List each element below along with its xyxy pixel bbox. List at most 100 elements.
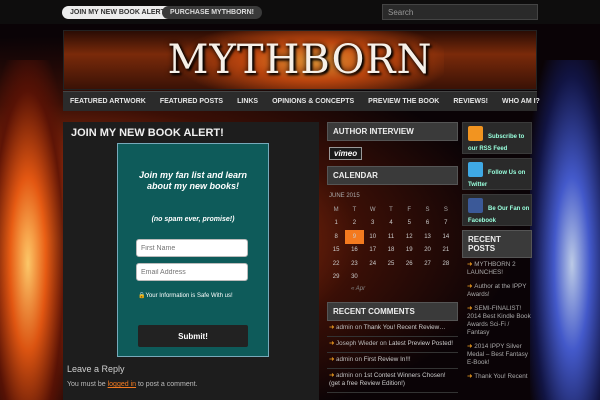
calendar-day: 13	[424, 233, 431, 240]
recent-post[interactable]: ➜ 2014 IPPY Silver Medal – Best Fantasy E…	[462, 340, 532, 370]
calendar-day: 18	[387, 247, 395, 254]
weekday: T	[352, 206, 357, 213]
recent-post-link[interactable]: Thank You! Recent	[474, 373, 527, 380]
comment-post-link[interactable]: Latest Preview Posted!	[389, 340, 453, 347]
comment-post-link[interactable]: Thank You! Recent Review…	[364, 324, 446, 331]
weekday: F	[407, 206, 412, 213]
leave-reply-heading: Leave a Reply	[67, 364, 125, 374]
comment-author[interactable]: admin	[336, 372, 353, 379]
calendar-day: 12	[405, 233, 413, 240]
vimeo-badge[interactable]: vimeo	[329, 147, 363, 160]
recent-post-link[interactable]: Author at the IPPY Awards!	[467, 283, 526, 298]
tab-purchase[interactable]: PURCHASE MYTHBORN!	[162, 6, 262, 19]
login-notice-suffix: to post a comment.	[136, 381, 198, 388]
right-side-art	[530, 60, 600, 400]
recent-comments-title: RECENT COMMENTS	[327, 302, 458, 321]
bullet-icon: ➜	[467, 373, 473, 380]
twitter-widget[interactable]: Follow Us on Twitter	[462, 158, 532, 190]
facebook-widget[interactable]: Be Our Fan on Facebook	[462, 194, 532, 226]
safe-text: Your Information is Safe With us!	[145, 293, 233, 299]
safe-notice: 🔒Your Information is Safe With us!	[138, 293, 258, 300]
nav-opinions[interactable]: OPINIONS & CONCEPTS	[265, 92, 361, 111]
login-notice-prefix: You must be	[67, 381, 108, 388]
calendar-day	[418, 271, 436, 285]
bullet-icon: ➜	[467, 283, 473, 290]
weekday: M	[333, 206, 339, 213]
calendar-day: 2	[352, 220, 357, 227]
page-title: JOIN MY NEW BOOK ALERT!	[71, 127, 224, 139]
search-input[interactable]: Search	[382, 4, 538, 20]
tab-book-alert[interactable]: JOIN MY NEW BOOK ALERT!	[62, 6, 176, 19]
recent-post-link[interactable]: SEMI-FINALIST! 2014 Best Kindle Book Awa…	[467, 305, 531, 336]
bullet-icon: ➜	[467, 305, 473, 312]
calendar-day: 30	[351, 274, 358, 281]
calendar-day: 20	[424, 247, 431, 254]
calendar-day	[364, 271, 382, 285]
calendar-prev-link[interactable]: « Apr	[351, 286, 458, 292]
comment-on: on	[378, 340, 389, 347]
nav-reviews[interactable]: REVIEWS!	[446, 92, 495, 111]
main-content: JOIN MY NEW BOOK ALERT! Join my fan list…	[63, 122, 319, 400]
middle-sidebar: AUTHOR INTERVIEW vimeo CALENDAR JUNE 201…	[327, 122, 458, 393]
calendar-day-today[interactable]: 9	[345, 230, 364, 244]
recent-post[interactable]: ➜ MYTHBORN 2 LAUNCHES!	[462, 258, 532, 280]
calendar-day: 15	[332, 247, 340, 254]
first-name-field[interactable]	[136, 239, 248, 257]
site-logo[interactable]: MYTHBORN	[64, 37, 536, 83]
calendar-day: 24	[369, 260, 377, 267]
weekday: S	[425, 206, 430, 213]
nav-links[interactable]: LINKS	[230, 92, 265, 111]
recent-post[interactable]: ➜ SEMI-FINALIST! 2014 Best Kindle Book Aw…	[462, 302, 532, 340]
comment-post-link[interactable]: First Review In!!!	[364, 356, 411, 363]
left-side-art	[0, 60, 70, 400]
calendar-day: 27	[424, 260, 431, 267]
calendar-day: 23	[351, 260, 358, 267]
calendar-day: 4	[389, 220, 393, 227]
calendar-title: CALENDAR	[327, 166, 458, 185]
recent-comment: ➜ admin on 1st Contest Winners Chosen! (…	[327, 369, 458, 393]
recent-comment: ➜ admin on First Review In!!!	[327, 353, 458, 369]
calendar-day	[382, 271, 400, 285]
recent-comment: ➜ admin on Thank You! Recent Review…	[327, 321, 458, 337]
bullet-icon: ➜	[467, 261, 473, 268]
calendar-day: 17	[369, 247, 377, 254]
bullet-icon: ➜	[329, 340, 337, 347]
recent-posts-title: RECENT POSTS	[462, 230, 532, 258]
calendar-day: 1	[334, 220, 338, 227]
comment-author[interactable]: admin	[336, 356, 353, 363]
recent-post-link[interactable]: MYTHBORN 2 LAUNCHES!	[467, 261, 516, 276]
calendar-day: 21	[442, 247, 450, 254]
submit-button[interactable]: Submit!	[138, 325, 248, 347]
author-interview-title: AUTHOR INTERVIEW	[327, 122, 458, 141]
calendar-day: 29	[332, 274, 340, 281]
bullet-icon: ➜	[467, 343, 473, 350]
main-nav: FEATURED ARTWORK FEATURED POSTS LINKS OP…	[63, 91, 540, 111]
recent-post[interactable]: ➜ Thank You! Recent	[462, 370, 532, 384]
comment-author[interactable]: Joseph Wieder	[336, 340, 378, 347]
comment-author[interactable]: admin	[336, 324, 353, 331]
twitter-label: Follow Us on Twitter	[468, 170, 526, 188]
weekday: W	[369, 206, 376, 213]
top-bar: JOIN MY NEW BOOK ALERT! PURCHASE MYTHBOR…	[0, 0, 600, 24]
nav-featured-posts[interactable]: FEATURED POSTS	[153, 92, 230, 111]
site-header: MYTHBORN	[63, 30, 537, 90]
nav-who-am-i[interactable]: WHO AM I?	[495, 92, 547, 111]
recent-post-link[interactable]: 2014 IPPY Silver Medal – Best Fantasy E-…	[467, 343, 528, 366]
calendar-day: 7	[444, 220, 448, 227]
email-field[interactable]	[136, 263, 248, 281]
calendar-month: JUNE 2015	[329, 193, 360, 199]
nav-featured-artwork[interactable]: FEATURED ARTWORK	[63, 92, 153, 111]
calendar-table: M T W T F S S 1 2 3 4 5 6 7 8 9 10 11 12…	[327, 203, 455, 284]
nav-preview[interactable]: PREVIEW THE BOOK	[361, 92, 446, 111]
recent-post[interactable]: ➜ Author at the IPPY Awards!	[462, 280, 532, 302]
bullet-icon: ➜	[329, 324, 337, 331]
calendar-day: 22	[332, 260, 340, 267]
calendar-day: 14	[442, 233, 450, 240]
calendar-widget: CALENDAR JUNE 2015 M T W T F S S 1 2 3 4…	[327, 166, 458, 292]
comment-on: on	[353, 324, 364, 331]
calendar-day: 26	[405, 260, 413, 267]
login-link[interactable]: logged in	[108, 381, 136, 388]
comment-on: on	[353, 372, 364, 379]
rss-widget[interactable]: Subscribe to our RSS Feed	[462, 122, 532, 154]
calendar-day: 5	[407, 220, 411, 227]
